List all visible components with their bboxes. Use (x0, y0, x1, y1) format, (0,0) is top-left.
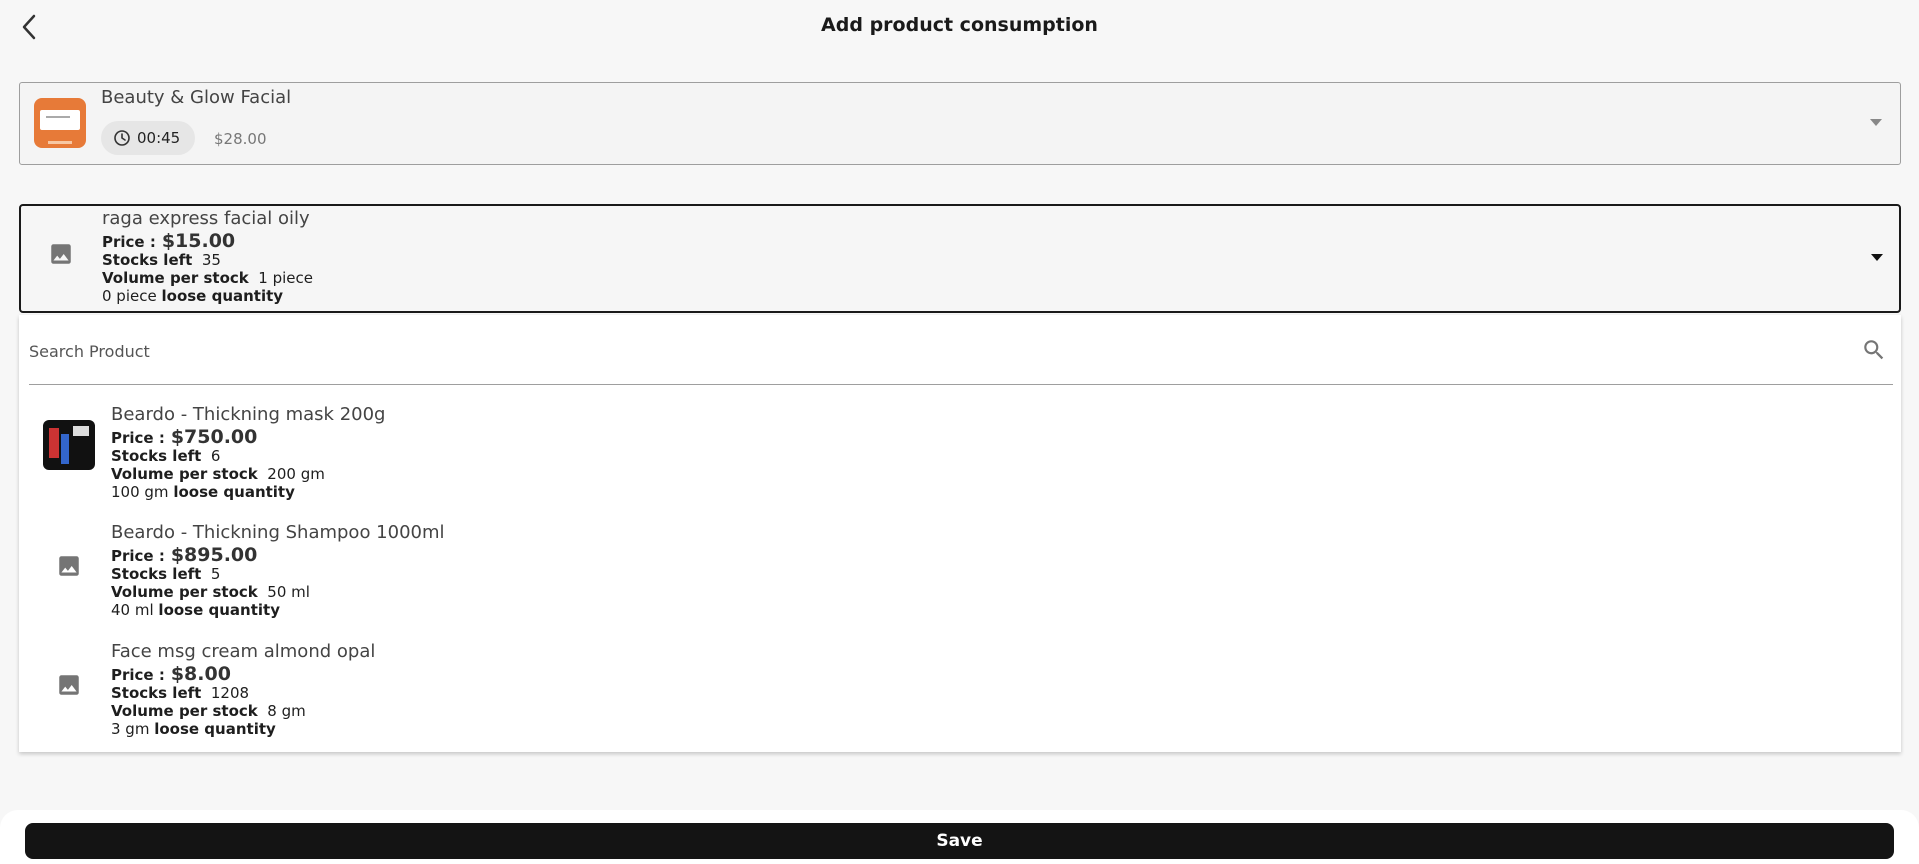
service-thumbnail (34, 98, 86, 148)
product-loose-value: 3 gm (111, 720, 150, 738)
product-price: $8.00 (170, 663, 231, 685)
product-stocks: 5 (210, 565, 221, 583)
product-price: $750.00 (170, 426, 258, 448)
search-input[interactable] (29, 335, 1829, 367)
price-label: Price : (111, 666, 165, 684)
page-title: Add product consumption (821, 14, 1098, 36)
save-button[interactable]: Save (25, 823, 1894, 859)
product-option[interactable]: Beardo - Thickning Shampoo 1000ml Price … (19, 522, 1901, 640)
loose-label: loose quantity (173, 483, 295, 501)
loose-label: loose quantity (161, 287, 284, 305)
product-stocks: 1208 (210, 684, 250, 702)
service-select[interactable]: Beauty & Glow Facial 00:45 $28.00 (19, 82, 1901, 165)
selected-product-loose-value: 0 piece (102, 287, 157, 305)
selected-product-name: raga express facial oily (102, 208, 310, 229)
caret-down-icon (1870, 119, 1882, 126)
product-volume: 50 ml (267, 583, 310, 601)
product-option[interactable]: Face msg cream almond opal Price : $8.00 … (19, 641, 1901, 759)
product-volume: 200 gm (267, 465, 325, 483)
price-label: Price : (111, 547, 165, 565)
image-placeholder-icon (53, 669, 85, 701)
price-label: Price : (111, 429, 165, 447)
volume-label: Volume per stock (111, 465, 258, 483)
product-name: Beardo - Thickning mask 200g (111, 404, 386, 425)
selected-product-volume: 1 piece (258, 269, 314, 287)
selected-product-price: $15.00 (161, 230, 236, 252)
product-image (43, 420, 95, 470)
product-loose-value: 40 ml (111, 601, 154, 619)
stocks-label: Stocks left (111, 565, 202, 583)
loose-label: loose quantity (154, 720, 276, 738)
service-name: Beauty & Glow Facial (101, 87, 292, 108)
product-volume: 8 gm (267, 702, 306, 720)
footer-bar: Save (0, 810, 1919, 864)
product-name: Beardo - Thickning Shampoo 1000ml (111, 522, 445, 543)
product-loose-value: 100 gm (111, 483, 169, 501)
product-stocks: 6 (210, 447, 221, 465)
search-bar (29, 327, 1893, 385)
selected-product-stocks: 35 (201, 251, 221, 269)
stocks-label: Stocks left (111, 684, 202, 702)
product-name: Face msg cream almond opal (111, 641, 376, 662)
product-option[interactable]: Beardo - Thickning mask 200g Price : $750… (19, 404, 1901, 522)
product-select[interactable]: raga express facial oily Price : $15.00 S… (19, 204, 1901, 313)
header: Add product consumption (0, 0, 1919, 54)
product-dropdown: Beardo - Thickning mask 200g Price : $750… (19, 315, 1901, 752)
service-price: $28.00 (214, 130, 267, 148)
loose-label: loose quantity (158, 601, 280, 619)
volume-label: Volume per stock (111, 583, 258, 601)
selected-product-info: raga express facial oily Price : $15.00 S… (102, 208, 313, 305)
product-price: $895.00 (170, 544, 258, 566)
duration-chip: 00:45 (101, 121, 195, 155)
stocks-label: Stocks left (102, 251, 193, 269)
volume-label: Volume per stock (102, 269, 249, 287)
volume-label: Volume per stock (111, 702, 258, 720)
clock-icon (114, 130, 130, 146)
caret-down-icon (1871, 254, 1883, 261)
service-duration: 00:45 (137, 129, 181, 147)
price-label: Price : (102, 233, 156, 251)
image-placeholder-icon (45, 238, 77, 270)
stocks-label: Stocks left (111, 447, 202, 465)
search-icon[interactable] (1861, 337, 1887, 363)
image-placeholder-icon (53, 550, 85, 582)
